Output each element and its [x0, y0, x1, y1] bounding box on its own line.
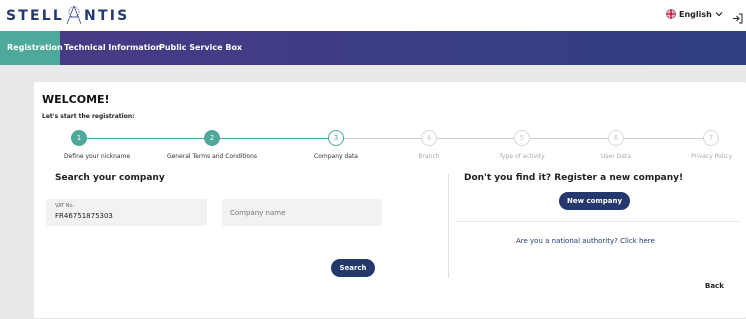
main-nav: Registration Technical Information Publi…: [0, 31, 746, 65]
vat-field-value: FR46751875303: [55, 212, 113, 220]
step-connector: [530, 138, 608, 139]
step-connector: [87, 138, 205, 139]
vat-number-field[interactable]: VAT No. FR46751875303: [46, 199, 207, 226]
language-label: English: [679, 9, 712, 19]
step-3-circle: 3: [328, 130, 344, 146]
step-2-label: General Terms and Conditions: [166, 153, 258, 160]
nav-technical-information[interactable]: Technical Information: [64, 31, 161, 65]
step-5-circle: 5: [514, 130, 530, 146]
top-header: STELL NTIS English: [0, 0, 746, 31]
step-7-label: Privacy Policy: [691, 153, 732, 160]
search-button[interactable]: Search: [331, 259, 375, 277]
company-name-input[interactable]: Company name: [222, 199, 382, 226]
step-2-circle: 2: [204, 130, 220, 146]
nav-public-service-box[interactable]: Public Service Box: [159, 31, 242, 65]
vat-field-label: VAT No.: [55, 203, 75, 209]
logo-text-left: STELL: [6, 8, 65, 24]
registration-card: WELCOME! Let's start the registration: 1…: [34, 82, 746, 318]
column-divider: [448, 174, 449, 278]
step-6-circle: 6: [608, 130, 624, 146]
step-connector: [437, 138, 514, 139]
step-connector: [624, 138, 703, 139]
step-4-label: Branch: [418, 153, 440, 160]
language-selector[interactable]: English: [666, 9, 723, 19]
chevron-down-icon: [715, 10, 723, 18]
logo-star-icon: [65, 4, 83, 26]
step-7-circle: 7: [703, 130, 719, 146]
logo-text-right: NTIS: [84, 8, 130, 24]
company-name-placeholder: Company name: [230, 209, 286, 217]
step-connector: [220, 138, 329, 139]
step-1-label: Define your nickname: [64, 153, 131, 160]
step-connector: [344, 138, 421, 139]
uk-flag-icon: [666, 9, 676, 19]
step-4-circle: 4: [421, 130, 437, 146]
stellantis-logo[interactable]: STELL NTIS: [6, 4, 129, 28]
new-company-button[interactable]: New company: [559, 192, 630, 210]
registration-stepper: 1 2 3 4 5 6 7 Define your nickname Gener…: [34, 82, 746, 172]
step-5-label: Type of activity: [499, 153, 545, 160]
register-section-title: Don't you find it? Register a new compan…: [464, 173, 684, 183]
search-section-title: Search your company: [55, 173, 165, 183]
logout-icon[interactable]: [732, 9, 743, 24]
step-6-label: User Data: [601, 153, 631, 160]
nav-registration[interactable]: Registration: [0, 31, 63, 65]
back-button[interactable]: Back: [705, 282, 724, 290]
step-3-label: Company data: [314, 153, 358, 160]
step-1-circle: 1: [71, 130, 87, 146]
section-separator: [455, 221, 740, 222]
national-authority-link[interactable]: Are you a national authority? Click here: [516, 237, 655, 245]
